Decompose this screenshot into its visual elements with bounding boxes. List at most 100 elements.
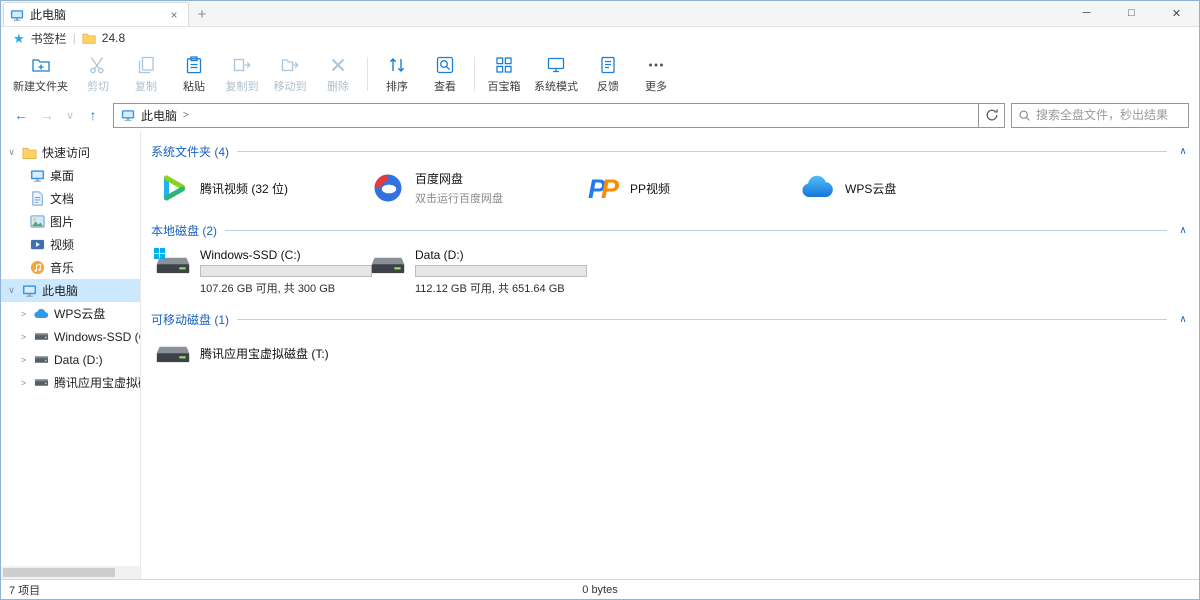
chevron-right-icon[interactable]: > [18, 355, 29, 365]
tab-title: 此电脑 [30, 6, 160, 23]
chevron-right-icon[interactable]: > [18, 309, 29, 319]
up-button[interactable]: ↑ [83, 104, 103, 126]
system-mode-button[interactable]: 系统模式 [528, 51, 584, 97]
sidebar-item-desktop[interactable]: 桌面 [1, 164, 140, 187]
sidebar-horizontal-scrollbar[interactable] [1, 566, 140, 579]
collapse-chevron-icon[interactable]: ∧ [1175, 314, 1191, 325]
more-dots-icon [646, 55, 666, 75]
videos-icon [30, 237, 45, 252]
file-item-wps-cloud[interactable]: WPS云盘 [796, 167, 1011, 209]
search-input[interactable] [1036, 108, 1182, 122]
pp-video-icon: P P [585, 170, 621, 206]
chevron-right-icon[interactable]: > [18, 378, 29, 388]
more-button[interactable]: 更多 [632, 51, 680, 97]
cloud-icon [34, 306, 49, 321]
toolbar-label: 复制到 [226, 78, 259, 94]
sidebar-item-label: 音乐 [50, 259, 74, 276]
view-button[interactable]: 查看 [421, 51, 469, 97]
sidebar-item-drive-t[interactable]: > 腾讯应用宝虚拟磁盘 (T:) [1, 371, 140, 394]
section-title: 系统文件夹 (4) [151, 143, 229, 160]
close-button[interactable]: ✕ [1154, 0, 1199, 26]
copy-to-button[interactable]: 复制到 [218, 51, 266, 97]
bookmarks-label[interactable]: 书签栏 [31, 30, 67, 47]
breadcrumb[interactable]: 此电脑 [141, 107, 177, 124]
address-bar[interactable]: 此电脑 > [113, 103, 979, 128]
copy-icon [136, 55, 156, 75]
scrollbar-thumb[interactable] [3, 568, 115, 577]
sidebar-item-videos[interactable]: 视频 [1, 233, 140, 256]
file-name: 腾讯视频 (32 位) [200, 180, 288, 197]
paste-button[interactable]: 粘贴 [170, 51, 218, 97]
tab-this-pc[interactable]: 此电脑 × [3, 2, 189, 26]
section-divider [237, 151, 1167, 152]
chevron-down-icon[interactable]: ∨ [6, 147, 17, 158]
address-group: 此电脑 > [113, 103, 1005, 128]
paste-icon [184, 55, 204, 75]
collapse-chevron-icon[interactable]: ∧ [1175, 225, 1191, 236]
tencent-video-icon [155, 170, 191, 206]
breadcrumb-chevron-icon[interactable]: > [183, 110, 189, 121]
music-icon [30, 260, 45, 275]
toolbar-label: 删除 [327, 78, 349, 94]
sidebar-item-quick-access[interactable]: ∨ 快速访问 [1, 141, 140, 164]
sidebar-item-drive-c[interactable]: > Windows-SSD (C:) [1, 325, 140, 348]
search-box[interactable] [1011, 103, 1189, 128]
move-to-button[interactable]: 移动到 [266, 51, 314, 97]
sidebar-item-drive-d[interactable]: > Data (D:) [1, 348, 140, 371]
history-dropdown-icon[interactable]: ∨ [63, 104, 77, 126]
file-item-pp-video[interactable]: P P PP视频 [581, 167, 796, 209]
toolbar-label: 剪切 [87, 78, 109, 94]
disk-item-d[interactable]: Data (D:) 112.12 GB 可用, 共 651.64 GB [366, 246, 581, 298]
chevron-down-icon[interactable]: ∨ [6, 285, 17, 296]
disk-usage-bar [200, 265, 372, 277]
file-subtitle: 双击运行百度网盘 [415, 190, 503, 206]
search-icon [1018, 109, 1031, 122]
main-toolbar: 新建文件夹 剪切 复制 粘贴 复制到 [1, 49, 1199, 99]
toolbar-label: 查看 [434, 78, 456, 94]
sidebar-item-label: 文档 [50, 190, 74, 207]
maximize-button[interactable]: □ [1109, 0, 1154, 26]
svg-text:P: P [601, 174, 620, 204]
chevron-right-icon[interactable]: > [18, 332, 29, 342]
sidebar-item-this-pc[interactable]: ∨ 此电脑 [1, 279, 140, 302]
new-tab-button[interactable]: + [189, 2, 215, 26]
back-button[interactable]: ← [11, 104, 31, 126]
wps-cloud-icon [800, 170, 836, 206]
delete-button[interactable]: 删除 [314, 51, 362, 97]
selection-size: 0 bytes [582, 584, 617, 596]
sidebar-item-music[interactable]: 音乐 [1, 256, 140, 279]
file-item-tencent-video[interactable]: 腾讯视频 (32 位) [151, 167, 366, 209]
disk-name: Data (D:) [415, 248, 587, 262]
bookmark-folder-label[interactable]: 24.8 [102, 31, 125, 45]
minimize-button[interactable]: ─ [1064, 0, 1109, 26]
window-controls: ─ □ ✕ [1064, 0, 1199, 26]
feedback-button[interactable]: 反馈 [584, 51, 632, 97]
toolbar-label: 粘贴 [183, 78, 205, 94]
disk-capacity: 107.26 GB 可用, 共 300 GB [200, 280, 372, 296]
pictures-icon [30, 214, 45, 229]
drive-icon [34, 352, 49, 367]
new-folder-button[interactable]: 新建文件夹 [7, 51, 74, 97]
disk-item-c[interactable]: Windows-SSD (C:) 107.26 GB 可用, 共 300 GB [151, 246, 366, 298]
collapse-chevron-icon[interactable]: ∧ [1175, 146, 1191, 157]
forward-button[interactable]: → [37, 104, 57, 126]
sidebar-item-wps-cloud[interactable]: > WPS云盘 [1, 302, 140, 325]
baidu-netdisk-icon [370, 170, 406, 206]
drive-icon [34, 375, 49, 390]
file-item-baidu-netdisk[interactable]: 百度网盘 双击运行百度网盘 [366, 167, 581, 209]
star-icon[interactable]: ★ [13, 32, 25, 45]
toolbar-label: 更多 [645, 78, 667, 94]
disk-item-t[interactable]: 腾讯应用宝虚拟磁盘 (T:) [151, 335, 366, 371]
tab-close-button[interactable]: × [166, 8, 182, 22]
sort-button[interactable]: 排序 [373, 51, 421, 97]
toolbox-button[interactable]: 百宝箱 [480, 51, 528, 97]
copy-button[interactable]: 复制 [122, 51, 170, 97]
bookmarks-bar: ★ 书签栏 | 24.8 [1, 27, 1199, 49]
file-name: PP视频 [630, 180, 670, 197]
refresh-button[interactable] [979, 103, 1005, 128]
sidebar-item-pictures[interactable]: 图片 [1, 210, 140, 233]
sidebar-item-documents[interactable]: 文档 [1, 187, 140, 210]
sidebar-item-label: 此电脑 [42, 282, 78, 299]
drive-icon [370, 250, 406, 280]
cut-button[interactable]: 剪切 [74, 51, 122, 97]
